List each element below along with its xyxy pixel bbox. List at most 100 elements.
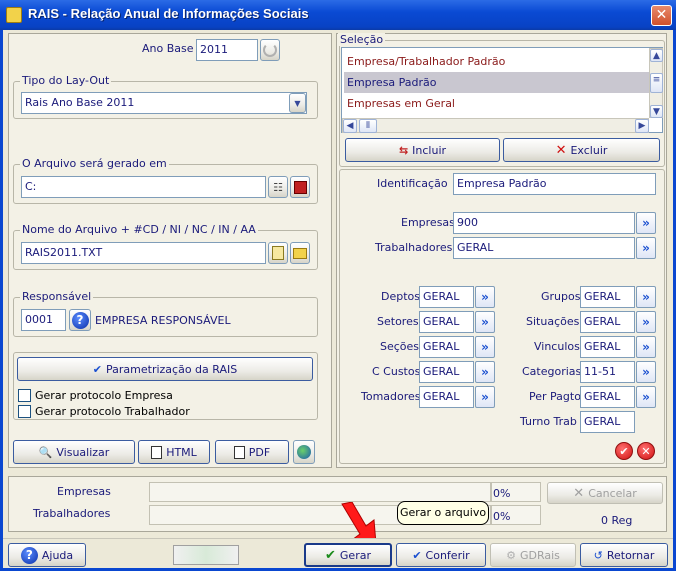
- excluir-button[interactable]: ✕ Excluir: [503, 138, 660, 162]
- protocolo-empresa-label: Gerar protocolo Empresa: [35, 389, 173, 402]
- vinculos-label: Vinculos: [534, 340, 580, 353]
- disk-icon: [293, 180, 307, 194]
- turno-trab-input[interactable]: GERAL: [580, 411, 635, 433]
- deptos-select-button[interactable]: »: [475, 286, 495, 308]
- vertical-scrollbar[interactable]: ▲ ≡ ▼: [649, 48, 663, 118]
- html-label: HTML: [166, 445, 197, 459]
- grupos-label: Grupos: [541, 290, 581, 303]
- per-pagto-input[interactable]: GERAL: [580, 386, 635, 408]
- gdrais-label: GDRais: [519, 548, 560, 562]
- save-disk-button[interactable]: [290, 176, 310, 198]
- right-panel: Seleção Empresa/Trabalhador Padrão Empre…: [336, 33, 667, 468]
- gerar-button[interactable]: ✔ Gerar: [304, 543, 392, 567]
- incluir-label: Incluir: [412, 143, 447, 157]
- progress-trabalhadores-percent: 0%: [493, 510, 511, 523]
- horizontal-scrollbar[interactable]: ◀ ⦀ ▶: [342, 118, 649, 133]
- scroll-up-button[interactable]: ▲: [650, 49, 663, 62]
- gerar-label: Gerar: [339, 548, 371, 562]
- ccustos-input[interactable]: GERAL: [419, 361, 474, 383]
- dropdown-button[interactable]: ▼: [289, 93, 306, 113]
- html-button[interactable]: HTML: [138, 440, 210, 464]
- nome-arquivo-label: Nome do Arquivo + #CD / NI / NC / IN / A…: [20, 223, 258, 236]
- ajuda-button[interactable]: ? Ajuda: [8, 543, 86, 567]
- per-pagto-label: Per Pagto: [529, 390, 581, 403]
- selecao-listbox[interactable]: Empresa/Trabalhador Padrão Empresa Padrã…: [341, 47, 663, 133]
- trabalhadores-select-button[interactable]: »: [636, 237, 656, 259]
- arquivo-gerado-label: O Arquivo será gerado em: [20, 157, 169, 170]
- conferir-button[interactable]: ✔ Conferir: [396, 543, 486, 567]
- incluir-button[interactable]: ⇆ Incluir: [345, 138, 500, 162]
- empresas-select-button[interactable]: »: [636, 212, 656, 234]
- tomadores-input[interactable]: GERAL: [419, 386, 474, 408]
- categorias-select-button[interactable]: »: [636, 361, 656, 383]
- trabalhadores-input[interactable]: GERAL: [453, 237, 635, 259]
- ccustos-select-button[interactable]: »: [475, 361, 495, 383]
- tipo-layout-select[interactable]: Rais Ano Base 2011: [21, 92, 307, 114]
- file-list-button[interactable]: [268, 242, 288, 264]
- vinculos-input[interactable]: GERAL: [580, 336, 635, 358]
- categorias-label: Categorias: [522, 365, 582, 378]
- reg-count: 0 Reg: [601, 514, 633, 527]
- scroll-thumb[interactable]: ≡: [650, 73, 663, 93]
- protocolo-trabalhador-label: Gerar protocolo Trabalhador: [35, 405, 190, 418]
- delete-x-icon: ✕: [555, 142, 567, 158]
- gdrais-button[interactable]: ⚙ GDRais: [490, 543, 576, 567]
- retornar-button[interactable]: ↺ Retornar: [580, 543, 668, 567]
- close-button[interactable]: ✕: [651, 5, 672, 26]
- help-lookup-button[interactable]: ?: [69, 309, 91, 331]
- empresas-input[interactable]: 900: [453, 212, 635, 234]
- parametrizacao-button[interactable]: ✔ Parametrização da RAIS: [17, 357, 313, 381]
- retornar-label: Retornar: [606, 548, 655, 562]
- responsavel-code-input[interactable]: 0001: [21, 309, 66, 331]
- page-icon: [151, 445, 163, 459]
- grupos-select-button[interactable]: »: [636, 286, 656, 308]
- tomadores-select-button[interactable]: »: [475, 386, 495, 408]
- deptos-label: Deptos: [381, 290, 420, 303]
- refresh-button[interactable]: [260, 39, 280, 61]
- per-pagto-select-button[interactable]: »: [636, 386, 656, 408]
- cancelar-label: Cancelar: [588, 486, 637, 500]
- visualizar-label: Visualizar: [56, 445, 110, 459]
- setores-select-button[interactable]: »: [475, 311, 495, 333]
- situacoes-select-button[interactable]: »: [636, 311, 656, 333]
- scroll-left-button[interactable]: ◀: [343, 119, 357, 133]
- progress-empresas-percent: 0%: [493, 487, 511, 500]
- setores-input[interactable]: GERAL: [419, 311, 474, 333]
- scroll-right-button[interactable]: ▶: [635, 119, 649, 133]
- arquivo-path-input[interactable]: C:: [21, 176, 266, 198]
- tomadores-label: Tomadores: [361, 390, 421, 403]
- question-icon: ?: [71, 311, 89, 329]
- nome-arquivo-input[interactable]: RAIS2011.TXT: [21, 242, 266, 264]
- open-folder-button[interactable]: [290, 242, 310, 264]
- visualizar-button[interactable]: 🔍 Visualizar: [13, 440, 135, 464]
- ajuda-label: Ajuda: [41, 548, 74, 562]
- tipo-layout-label: Tipo do Lay-Out: [20, 74, 112, 87]
- list-item[interactable]: Empresa/Trabalhador Padrão: [344, 51, 649, 72]
- protocolo-trabalhador-checkbox[interactable]: [18, 405, 31, 418]
- check-circle-icon: ✔: [92, 362, 102, 376]
- scroll-h-thumb[interactable]: ⦀: [359, 119, 377, 133]
- cancelar-button[interactable]: ✕ Cancelar: [547, 482, 663, 504]
- deptos-input[interactable]: GERAL: [419, 286, 474, 308]
- folder-tree-button[interactable]: ☷: [268, 176, 288, 198]
- cancel-icon[interactable]: ✕: [637, 442, 655, 460]
- situacoes-input[interactable]: GERAL: [580, 311, 635, 333]
- pdf-button[interactable]: PDF: [215, 440, 289, 464]
- grupos-input[interactable]: GERAL: [580, 286, 635, 308]
- globe-icon: [297, 445, 311, 459]
- secoes-select-button[interactable]: »: [475, 336, 495, 358]
- protocolo-empresa-checkbox[interactable]: [18, 389, 31, 402]
- list-item-selected[interactable]: Empresa Padrão: [344, 72, 649, 93]
- vinculos-select-button[interactable]: »: [636, 336, 656, 358]
- secoes-input[interactable]: GERAL: [419, 336, 474, 358]
- identificacao-input[interactable]: Empresa Padrão: [453, 173, 656, 195]
- categorias-input[interactable]: 11-51: [580, 361, 635, 383]
- confirm-icon[interactable]: ✔: [615, 442, 633, 460]
- scroll-down-button[interactable]: ▼: [650, 105, 663, 118]
- globe-button[interactable]: [293, 440, 315, 464]
- ano-base-input[interactable]: 2011: [196, 39, 258, 61]
- chevron-down-icon: ▼: [294, 98, 301, 108]
- refresh-icon: [263, 43, 277, 57]
- list-item[interactable]: Empresas em Geral: [344, 93, 649, 114]
- gerar-tooltip: Gerar o arquivo: [397, 501, 489, 525]
